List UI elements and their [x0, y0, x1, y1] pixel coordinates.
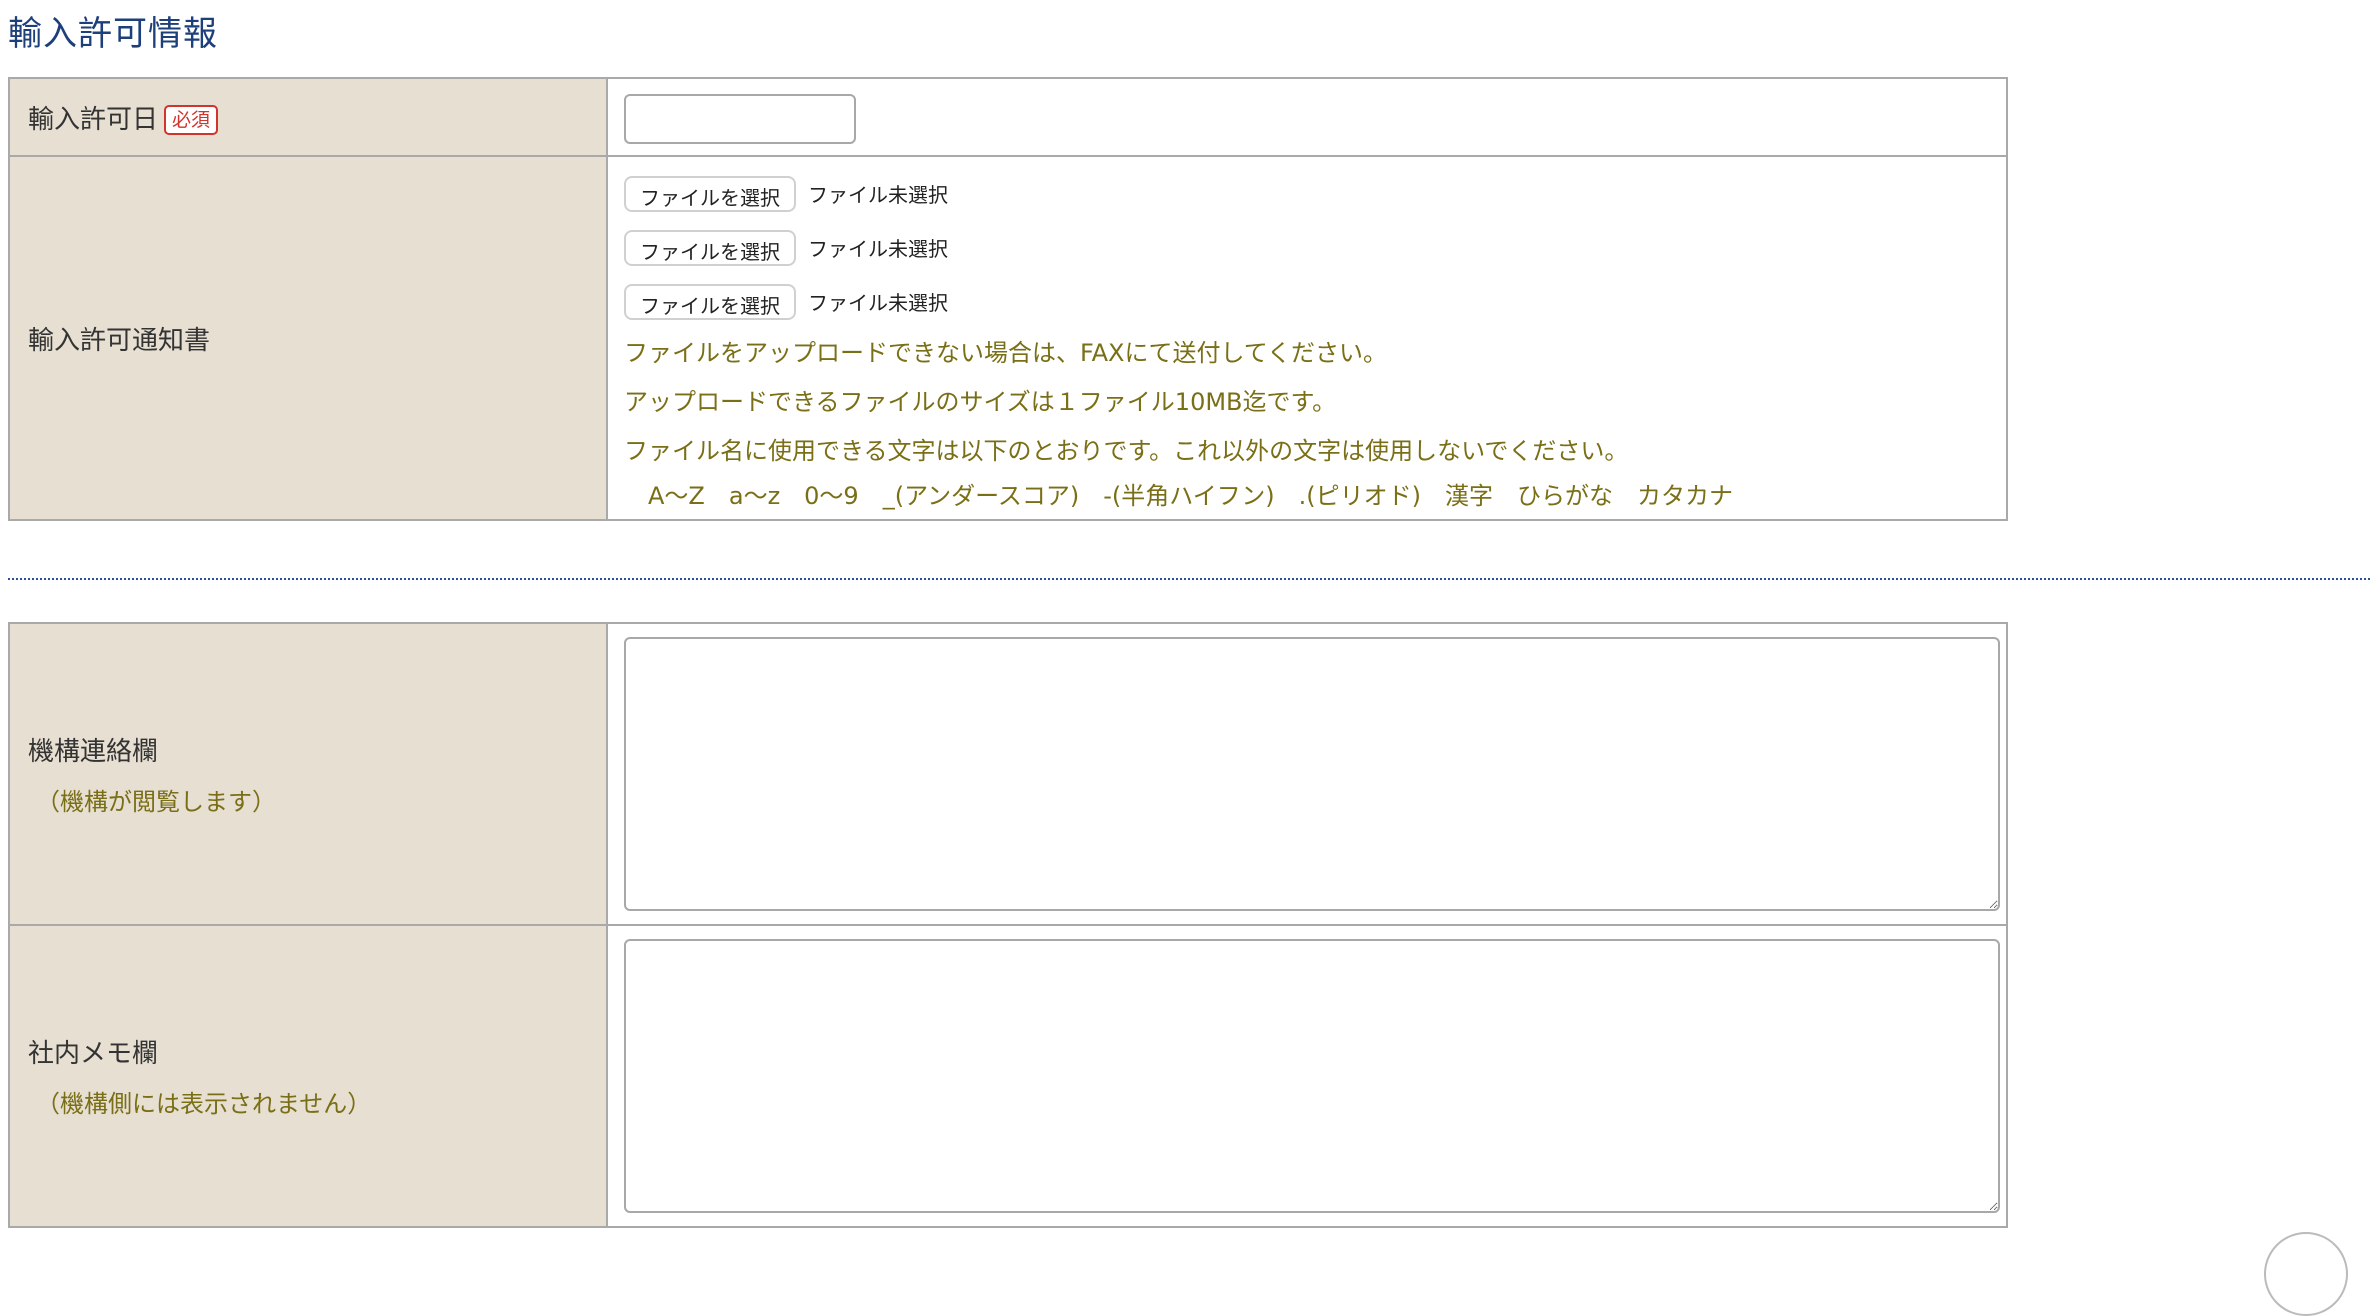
internal-memo-label-cell: 社内メモ欄 （機構側には表示されません） — [8, 924, 608, 1228]
file-upload-row: ファイルを選択 ファイル未選択 — [624, 221, 2006, 275]
choose-file-button-1[interactable]: ファイルを選択 — [624, 175, 796, 212]
upload-note-filename: ファイル名に使用できる文字は以下のとおりです。これ以外の文字は使用しないでくださ… — [624, 436, 1629, 465]
permit-date-label: 輸入許可日 — [28, 104, 159, 135]
choose-file-button-2[interactable]: ファイルを選択 — [624, 229, 796, 266]
scroll-top-button[interactable] — [2264, 1232, 2348, 1316]
permit-info-table: 輸入許可日 必須 輸入許可通知書 ファイルを選択 ファイル未選択 ファイルを選択 … — [8, 77, 2008, 521]
permit-notice-field-cell: ファイルを選択 ファイル未選択 ファイルを選択 ファイル未選択 ファイルを選択 … — [606, 155, 2008, 521]
upload-note-size: アップロードできるファイルのサイズは１ファイル10MB迄です。 — [624, 387, 1337, 416]
file-status-1: ファイル未選択 — [808, 183, 948, 207]
file-upload-row: ファイルを選択 ファイル未選択 — [624, 167, 2006, 221]
internal-memo-label: 社内メモ欄 — [28, 1039, 159, 1069]
org-contact-sublabel: （機構が閲覧します） — [36, 788, 276, 816]
allowed-characters: A〜Z a〜z 0〜9 _(アンダースコア) -(半角ハイフン) .(ピリオド)… — [648, 481, 1734, 510]
org-contact-row: 機構連絡欄 （機構が閲覧します） — [8, 622, 2008, 926]
upload-note-fax: ファイルをアップロードできない場合は、FAXにて送付してください。 — [624, 338, 1388, 367]
required-badge: 必須 — [164, 104, 219, 135]
file-status-2: ファイル未選択 — [808, 237, 948, 261]
permit-notice-label-cell: 輸入許可通知書 — [8, 155, 608, 521]
internal-memo-textarea[interactable] — [624, 939, 2000, 1213]
choose-file-button-3[interactable]: ファイルを選択 — [624, 283, 796, 320]
internal-memo-sublabel: （機構側には表示されません） — [36, 1090, 372, 1118]
org-contact-label: 機構連絡欄 — [28, 737, 159, 767]
file-status-3: ファイル未選択 — [808, 291, 948, 315]
file-upload-list: ファイルを選択 ファイル未選択 ファイルを選択 ファイル未選択 ファイルを選択 … — [624, 167, 2006, 329]
org-contact-textarea[interactable] — [624, 637, 2000, 911]
memo-table: 機構連絡欄 （機構が閲覧します） 社内メモ欄 （機構側には表示されません） — [8, 622, 2008, 1228]
permit-date-row: 輸入許可日 必須 — [8, 77, 2008, 157]
permit-notice-label: 輸入許可通知書 — [28, 325, 211, 356]
permit-date-input[interactable] — [624, 94, 856, 144]
permit-date-field-cell — [606, 77, 2008, 157]
section-title: 輸入許可情報 — [8, 14, 218, 54]
permit-date-label-cell: 輸入許可日 必須 — [8, 77, 608, 157]
permit-notice-row: 輸入許可通知書 ファイルを選択 ファイル未選択 ファイルを選択 ファイル未選択 … — [8, 155, 2008, 521]
org-contact-field-cell — [606, 622, 2008, 926]
internal-memo-row: 社内メモ欄 （機構側には表示されません） — [8, 924, 2008, 1228]
file-upload-row: ファイルを選択 ファイル未選択 — [624, 275, 2006, 329]
section-divider — [8, 578, 2370, 580]
internal-memo-field-cell — [606, 924, 2008, 1228]
org-contact-label-cell: 機構連絡欄 （機構が閲覧します） — [8, 622, 608, 926]
